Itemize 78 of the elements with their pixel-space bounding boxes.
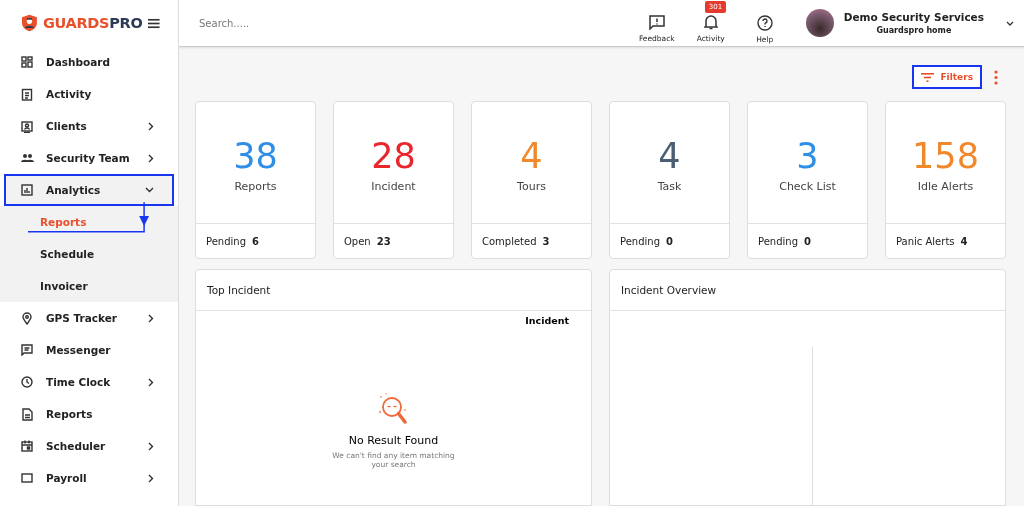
legend-label: Incident <box>525 315 569 326</box>
stat-card[interactable]: 28 Incident <box>334 102 453 224</box>
stat-card[interactable]: 158 Idle Alerts <box>886 102 1005 224</box>
chevron-down-icon[interactable] <box>1006 20 1014 26</box>
bell-icon <box>703 15 718 30</box>
search-field[interactable]: Search..... <box>197 16 501 30</box>
submenu-item[interactable]: Schedule <box>0 238 178 270</box>
stat-value: 38 <box>233 138 278 174</box>
chevron-right-icon <box>148 473 154 483</box>
stat-card[interactable]: 4 Task <box>610 102 729 224</box>
sidebar-item[interactable]: Security Team <box>4 142 174 174</box>
brand-logo-text: GUARDSPRO <box>42 15 143 31</box>
chevron-right-icon <box>148 377 154 387</box>
chevron-right-icon <box>148 313 154 323</box>
grid-icon <box>21 56 33 68</box>
profile-name: Demo Security Services <box>843 11 984 23</box>
sidebar-item[interactable]: Messenger <box>4 334 174 366</box>
document-icon <box>21 407 33 421</box>
stat-footer-label: Pending <box>206 235 246 247</box>
stat-footer-value: 3 <box>542 235 550 247</box>
stat-footer-label: Panic Alerts <box>896 235 955 247</box>
shield-logo-icon <box>22 13 37 33</box>
profile-subtitle: Guardspro home <box>875 26 953 35</box>
chevron-right-icon <box>148 441 154 451</box>
stat-footer-value: 4 <box>960 235 968 247</box>
panel-title: Incident Overview <box>621 284 717 296</box>
clipboard-icon <box>21 87 33 101</box>
more-options-icon[interactable] <box>994 69 998 85</box>
stat-label: Tours <box>517 179 546 193</box>
sidebar-item[interactable]: Scheduler <box>4 430 174 462</box>
sidebar-item[interactable]: Analytics <box>4 174 174 206</box>
help-icon <box>756 14 773 31</box>
filters-button[interactable]: Filters <box>912 65 982 89</box>
feedback-icon <box>648 15 665 30</box>
stat-label: Check List <box>779 179 836 193</box>
chart-icon <box>21 184 33 196</box>
clock-icon <box>21 376 33 388</box>
filter-icon <box>921 72 935 82</box>
stat-footer-label: Pending <box>620 235 660 247</box>
location-pin-icon <box>22 311 32 325</box>
stat-label: Incident <box>371 179 416 193</box>
stat-card[interactable]: 3 Check List <box>748 102 867 224</box>
sidebar-item[interactable]: GPS Tracker <box>4 302 174 334</box>
stat-footer-value: 0 <box>804 235 811 247</box>
contact-card-icon <box>21 119 33 133</box>
sidebar-item[interactable]: Dashboard <box>4 46 174 78</box>
sidebar-item[interactable]: Activity <box>4 78 174 110</box>
stat-footer-value: 23 <box>376 235 391 247</box>
menu-icon[interactable] <box>148 17 160 29</box>
stat-value: 28 <box>371 138 416 174</box>
stat-label: Task <box>657 179 682 193</box>
chevron-right-icon <box>148 121 154 131</box>
chevron-right-icon <box>148 153 154 163</box>
sidebar-item[interactable]: Reports <box>4 398 174 430</box>
stat-value: 158 <box>912 138 979 174</box>
empty-state-title: No Result Found <box>348 434 439 447</box>
stat-footer-value: 0 <box>666 235 673 247</box>
stat-card[interactable]: 4 Tours <box>472 102 591 224</box>
stat-value: 4 <box>520 138 543 174</box>
stat-footer-value: 6 <box>252 235 259 247</box>
stat-footer-label: Open <box>344 235 371 247</box>
stat-label: Reports <box>234 179 277 193</box>
submenu-item[interactable]: Invoicer <box>0 270 178 302</box>
stat-footer-label: Completed <box>482 235 537 247</box>
chevron-down-icon <box>145 187 154 193</box>
stat-label: Idle Alerts <box>917 179 974 193</box>
stat-card[interactable]: 38 Reports <box>196 102 315 224</box>
calendar-icon <box>21 440 33 452</box>
stat-value: 3 <box>796 138 819 174</box>
sidebar-item[interactable]: Clients <box>4 110 174 142</box>
stat-value: 4 <box>658 138 681 174</box>
sidebar-item[interactable]: Payroll <box>4 462 174 494</box>
panel-title: Top Incident <box>207 284 271 296</box>
sidebar-item[interactable]: Time Clock <box>4 366 174 398</box>
stat-footer-label: Pending <box>758 235 798 247</box>
chat-icon <box>21 344 33 356</box>
people-icon <box>20 153 34 163</box>
avatar[interactable] <box>805 9 834 37</box>
